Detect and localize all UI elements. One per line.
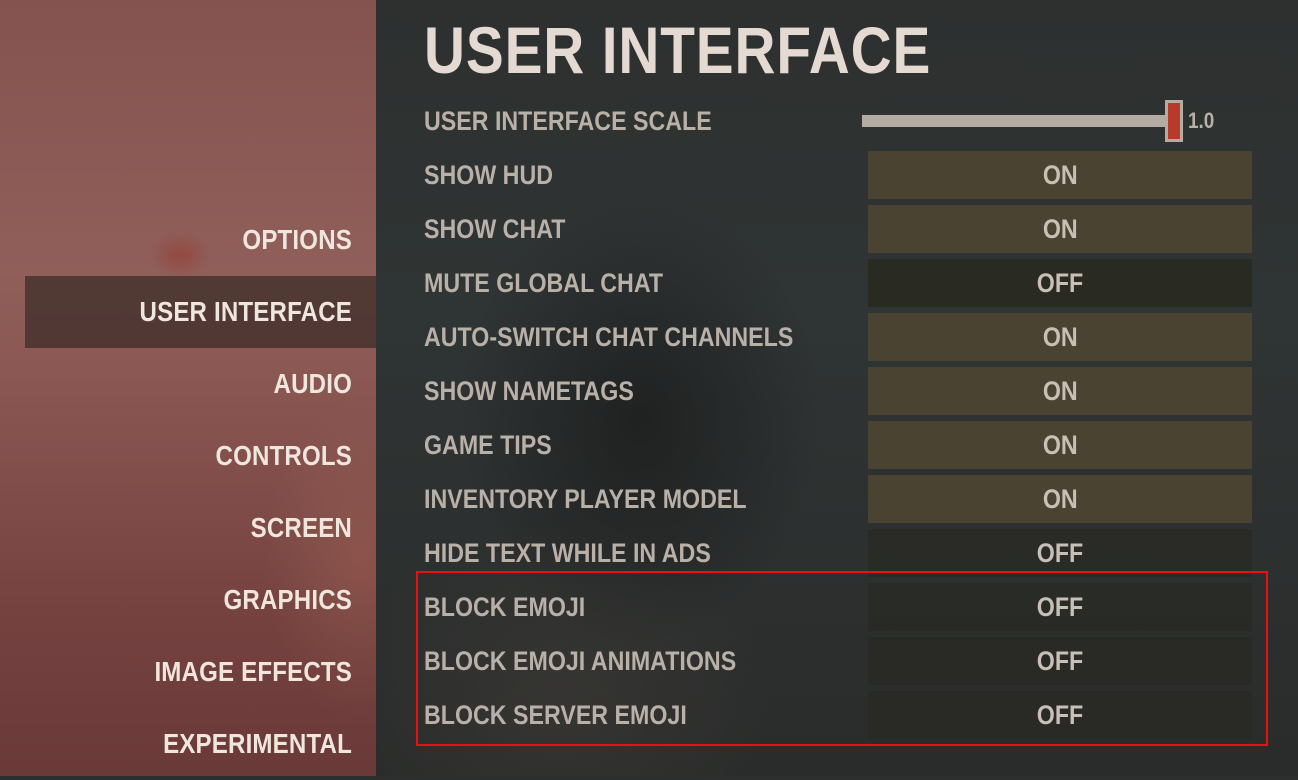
- sidebar-item-label: SCREEN: [250, 512, 352, 543]
- setting-row: HIDE TEXT WHILE IN ADS OFF: [424, 529, 1254, 577]
- toggle-button[interactable]: ON: [868, 475, 1252, 523]
- toggle-button[interactable]: ON: [868, 421, 1252, 469]
- toggle-value: ON: [1042, 430, 1078, 460]
- ui-scale-slider-thumb[interactable]: [1165, 100, 1183, 142]
- setting-row: MUTE GLOBAL CHAT OFF: [424, 259, 1254, 307]
- toggle-button[interactable]: ON: [868, 367, 1252, 415]
- sidebar-item-label: GRAPHICS: [223, 584, 352, 615]
- setting-row: SHOW NAMETAGS ON: [424, 367, 1254, 415]
- toggle-value: OFF: [1036, 538, 1084, 568]
- sidebar-item-screen[interactable]: SCREEN: [49, 492, 352, 564]
- setting-row: INVENTORY PLAYER MODEL ON: [424, 475, 1254, 523]
- toggle-value: ON: [1042, 160, 1078, 190]
- setting-label: SHOW CHAT: [424, 214, 566, 244]
- toggle-value: OFF: [1036, 268, 1084, 298]
- setting-label: AUTO-SWITCH CHAT CHANNELS: [424, 322, 794, 352]
- sidebar-item-label: OPTIONS: [242, 224, 352, 255]
- setting-row: SHOW HUD ON: [424, 151, 1254, 199]
- setting-row: GAME TIPS ON: [424, 421, 1254, 469]
- sidebar-item-label: IMAGE EFFECTS: [154, 656, 352, 687]
- ui-scale-slider-track[interactable]: [862, 115, 1174, 127]
- sidebar-item-label: AUDIO: [273, 368, 352, 399]
- setting-label: BLOCK EMOJI ANIMATIONS: [424, 646, 737, 676]
- setting-row: BLOCK EMOJI ANIMATIONS OFF: [424, 637, 1254, 685]
- setting-label: SHOW HUD: [424, 160, 553, 190]
- toggle-button[interactable]: ON: [868, 313, 1252, 361]
- setting-label: BLOCK SERVER EMOJI: [424, 700, 687, 730]
- toggle-value: OFF: [1036, 700, 1084, 730]
- toggle-button[interactable]: OFF: [868, 691, 1252, 739]
- sidebar-item-experimental[interactable]: EXPERIMENTAL: [49, 708, 352, 780]
- sidebar-item-user-interface[interactable]: USER INTERFACE: [49, 276, 352, 348]
- toggle-value: ON: [1042, 322, 1078, 352]
- toggle-button[interactable]: ON: [868, 151, 1252, 199]
- toggle-value: OFF: [1036, 646, 1084, 676]
- setting-label: USER INTERFACE SCALE: [424, 106, 712, 136]
- sidebar-item-graphics[interactable]: GRAPHICS: [49, 564, 352, 636]
- sidebar-item-options[interactable]: OPTIONS: [49, 204, 352, 276]
- sidebar-item-label: USER INTERFACE: [139, 296, 352, 327]
- page-title: USER INTERFACE: [424, 13, 932, 87]
- sidebar-item-controls[interactable]: CONTROLS: [49, 420, 352, 492]
- setting-label: GAME TIPS: [424, 430, 552, 460]
- ui-scale-value: 1.0: [1188, 108, 1215, 133]
- toggle-button[interactable]: OFF: [868, 259, 1252, 307]
- toggle-button[interactable]: OFF: [868, 583, 1252, 631]
- sidebar: OPTIONS USER INTERFACE AUDIO CONTROLS SC…: [0, 0, 376, 776]
- toggle-button[interactable]: OFF: [868, 529, 1252, 577]
- toggle-value: OFF: [1036, 592, 1084, 622]
- toggle-button[interactable]: OFF: [868, 637, 1252, 685]
- sidebar-item-audio[interactable]: AUDIO: [49, 348, 352, 420]
- sidebar-item-image-effects[interactable]: IMAGE EFFECTS: [49, 636, 352, 708]
- setting-label: INVENTORY PLAYER MODEL: [424, 484, 747, 514]
- sidebar-item-label: EXPERIMENTAL: [163, 728, 352, 759]
- setting-label: SHOW NAMETAGS: [424, 376, 634, 406]
- setting-row: SHOW CHAT ON: [424, 205, 1254, 253]
- setting-row: AUTO-SWITCH CHAT CHANNELS ON: [424, 313, 1254, 361]
- setting-row: BLOCK EMOJI OFF: [424, 583, 1254, 631]
- sidebar-item-label: CONTROLS: [215, 440, 352, 471]
- toggle-value: ON: [1042, 214, 1078, 244]
- setting-label: HIDE TEXT WHILE IN ADS: [424, 538, 711, 568]
- toggle-value: ON: [1042, 376, 1078, 406]
- setting-row: BLOCK SERVER EMOJI OFF: [424, 691, 1254, 739]
- toggle-button[interactable]: ON: [868, 205, 1252, 253]
- setting-label: BLOCK EMOJI: [424, 592, 586, 622]
- toggle-value: ON: [1042, 484, 1078, 514]
- setting-label: MUTE GLOBAL CHAT: [424, 268, 664, 298]
